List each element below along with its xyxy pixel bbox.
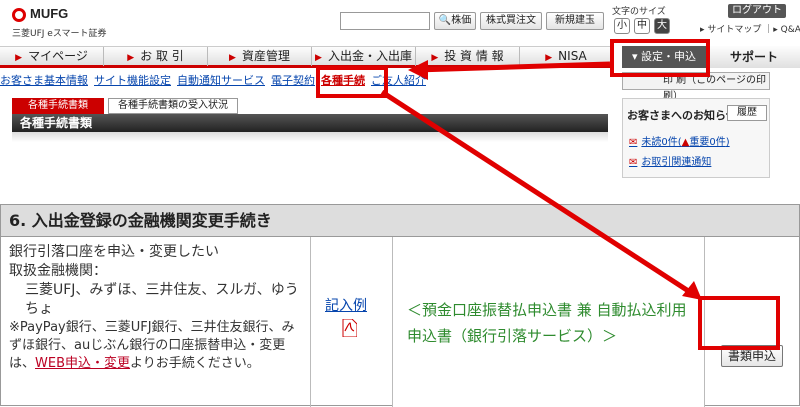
arrow-to-apply (380, 89, 695, 297)
arrow-head-icon (408, 60, 428, 80)
arrow-to-procedures (415, 61, 611, 73)
annotation-arrows (380, 60, 702, 300)
